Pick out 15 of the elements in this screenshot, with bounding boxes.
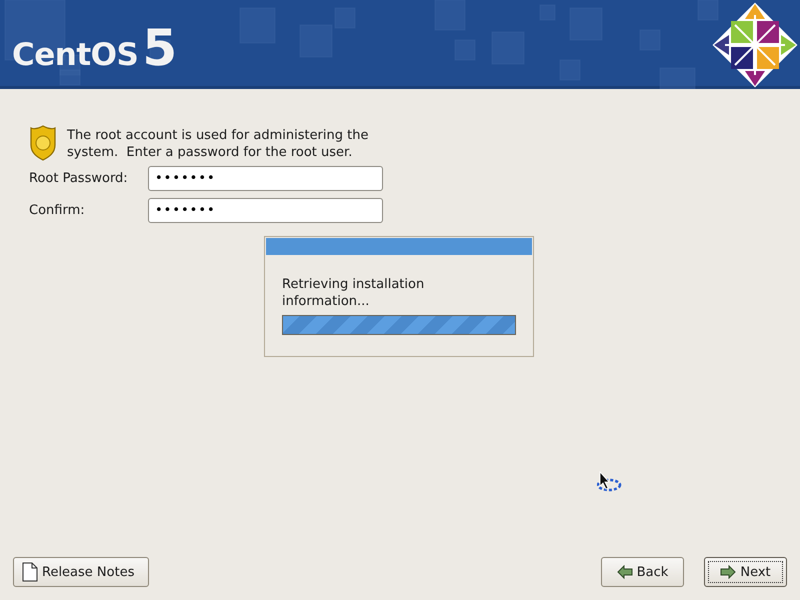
back-button[interactable]: Back [601, 557, 684, 587]
password-field[interactable]: ••••••• [148, 166, 383, 191]
field-label: Confirm: [29, 203, 86, 218]
logo-version: 5 [142, 18, 178, 76]
badge-icon [29, 125, 57, 161]
left-arrow-icon [616, 565, 633, 579]
release-notes-button[interactable]: Release Notes [13, 557, 150, 587]
instruction-text: The root account is used for administering the system. Enter a password for the root user. [67, 127, 370, 161]
right-arrow-icon [720, 565, 736, 579]
password-field[interactable]: ••••••• [148, 198, 383, 223]
document-icon [22, 562, 38, 582]
field-label: Root Password: [29, 171, 129, 186]
logo-name: CentOS [12, 36, 138, 72]
progress-message: Retrieving installation information... [282, 276, 426, 310]
next-button[interactable]: Next [704, 557, 787, 587]
